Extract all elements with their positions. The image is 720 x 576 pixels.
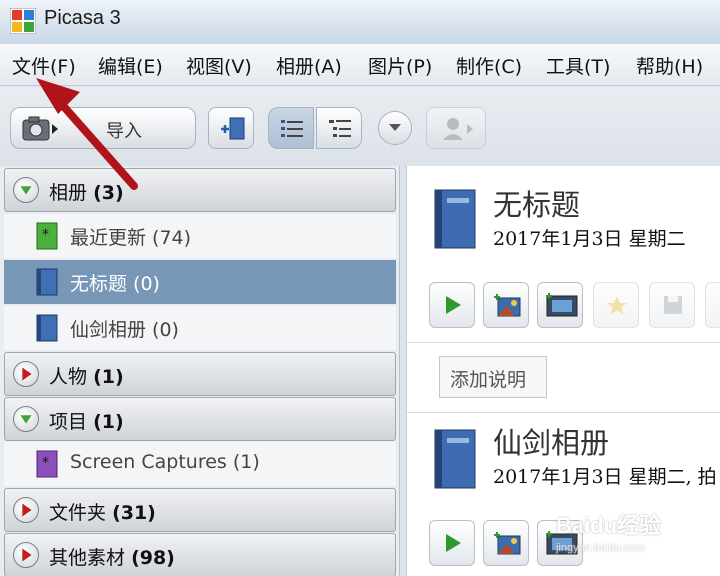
- people-section-name: 人物: [49, 366, 88, 388]
- title-bar: Picasa 3: [0, 0, 720, 44]
- menu-album[interactable]: 相册(A): [276, 52, 342, 79]
- album-cover-icon: [434, 189, 476, 249]
- chevron-down-icon: [389, 124, 401, 131]
- baidu-watermark: Baidu经验 jingyan.baidu.com: [556, 508, 706, 568]
- people-button[interactable]: [426, 107, 486, 149]
- add-to-album-button[interactable]: [208, 107, 254, 149]
- album-item-label: 无标题 (0): [70, 273, 160, 295]
- divider: [407, 342, 720, 343]
- expand-arrow-icon: [13, 406, 39, 432]
- tree-view-button[interactable]: [316, 107, 362, 149]
- star-icon: [607, 296, 627, 315]
- star-button[interactable]: [593, 282, 639, 328]
- list-view-icon: [281, 120, 303, 137]
- folders-section-name: 文件夹: [49, 502, 107, 524]
- folders-section-header[interactable]: 文件夹 (31): [4, 488, 396, 532]
- collapse-arrow-icon: [13, 542, 39, 568]
- collage-button[interactable]: [483, 282, 529, 328]
- collage-button[interactable]: [483, 520, 529, 566]
- album-item-label: 最近更新 (74): [70, 227, 192, 249]
- save-icon: [664, 296, 682, 314]
- album-book-icon: [36, 268, 58, 296]
- album-date: 2017年1月3日 星期二: [493, 228, 686, 250]
- projects-section-name: 项目: [49, 411, 88, 433]
- list-view-button[interactable]: [268, 107, 314, 149]
- album-book-icon: [36, 314, 58, 342]
- add-caption-button[interactable]: 添加说明: [439, 356, 547, 398]
- menu-tools[interactable]: 工具(T): [546, 52, 610, 79]
- albums-section-name: 相册: [49, 182, 88, 204]
- add-album-icon: [221, 117, 245, 140]
- other-section-name: 其他素材: [49, 547, 126, 569]
- project-item-label: Screen Captures (1): [70, 451, 260, 473]
- other-section-count: (98): [131, 547, 175, 569]
- tree-view-icon: [329, 120, 351, 137]
- watermark-line2: jingyan.baidu.com: [556, 542, 645, 554]
- menu-picture[interactable]: 图片(P): [368, 52, 432, 79]
- collapse-arrow-icon: [13, 497, 39, 523]
- watermark-line1: Baidu经验: [556, 513, 662, 538]
- play-slideshow-button[interactable]: [429, 520, 475, 566]
- import-button[interactable]: 导入: [10, 107, 196, 149]
- screen-captures-icon: *: [36, 450, 58, 478]
- people-icon: [443, 118, 473, 140]
- projects-section-count: (1): [93, 411, 124, 433]
- project-item-screen-captures[interactable]: * Screen Captures (1): [4, 442, 396, 486]
- album-title[interactable]: 仙剑相册: [493, 420, 609, 462]
- menu-edit[interactable]: 编辑(E): [98, 52, 163, 79]
- more-button[interactable]: [705, 282, 720, 328]
- menu-file[interactable]: 文件(F): [12, 52, 76, 79]
- people-section-count: (1): [93, 366, 124, 388]
- library-sidebar: 相册 (3) * 最近更新 (74) 无标题 (0) 仙剑相册 (0) 人物 (…: [0, 166, 400, 576]
- picasa-logo-icon: [10, 8, 36, 34]
- add-caption-label: 添加说明: [450, 369, 527, 391]
- projects-section-header[interactable]: 项目 (1): [4, 397, 396, 441]
- play-icon: [446, 296, 461, 314]
- folders-section-count: (31): [112, 502, 156, 524]
- menu-bar: 文件(F) 编辑(E) 视图(V) 相册(A) 图片(P) 制作(C) 工具(T…: [0, 44, 720, 86]
- album-title[interactable]: 无标题: [493, 182, 580, 224]
- view-dropdown-button[interactable]: [378, 111, 412, 145]
- collage-icon: [494, 532, 521, 555]
- collapse-arrow-icon: [13, 361, 39, 387]
- album-item-label: 仙剑相册 (0): [70, 319, 179, 341]
- divider: [407, 412, 720, 413]
- album-item-recent[interactable]: * 最近更新 (74): [4, 214, 396, 258]
- save-button[interactable]: [649, 282, 695, 328]
- camera-icon: [22, 116, 58, 141]
- other-section-header[interactable]: 其他素材 (98): [4, 533, 396, 576]
- window-title: Picasa 3: [44, 7, 121, 29]
- collage-icon: [494, 294, 521, 317]
- people-section-header[interactable]: 人物 (1): [4, 352, 396, 396]
- film-icon: [546, 293, 578, 317]
- svg-text:*: *: [42, 227, 49, 243]
- import-label: 导入: [106, 121, 142, 142]
- menu-help[interactable]: 帮助(H): [636, 52, 703, 79]
- recent-album-icon: *: [36, 222, 58, 250]
- play-slideshow-button[interactable]: [429, 282, 475, 328]
- menu-view[interactable]: 视图(V): [186, 52, 252, 79]
- menu-create[interactable]: 制作(C): [456, 52, 522, 79]
- albums-section-count: (3): [93, 182, 124, 204]
- album-date: 2017年1月3日 星期二, 拍: [493, 466, 717, 488]
- play-icon: [446, 534, 461, 552]
- svg-text:*: *: [42, 455, 49, 471]
- albums-section-header[interactable]: 相册 (3): [4, 168, 396, 212]
- album-item-xianjian[interactable]: 仙剑相册 (0): [4, 306, 396, 350]
- expand-arrow-icon: [13, 177, 39, 203]
- toolbar: 导入: [0, 87, 720, 165]
- album-cover-icon: [434, 429, 476, 489]
- album-item-untitled[interactable]: 无标题 (0): [4, 260, 396, 304]
- movie-button[interactable]: [537, 282, 583, 328]
